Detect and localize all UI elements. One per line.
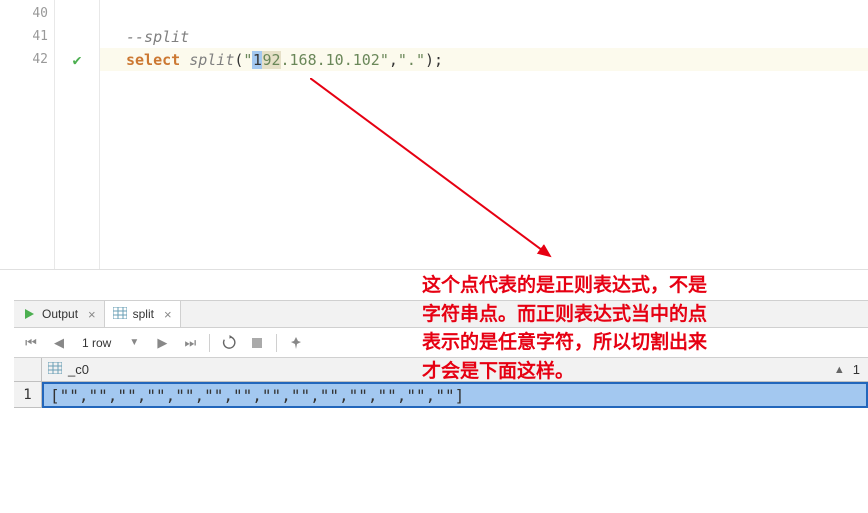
close-icon[interactable]: ×	[164, 307, 172, 322]
code-editor: 40 41 42 ✔ --split select split ( "192.1…	[0, 0, 868, 270]
rows-count-label: 1 row	[78, 336, 115, 350]
close-icon[interactable]: ×	[88, 307, 96, 322]
annotation-note: 这个点代表的是正则表达式，不是 字符串点。而正则表达式当中的点 表示的是任意字符…	[422, 272, 852, 386]
pin-button[interactable]	[287, 336, 305, 350]
tab-output[interactable]: Output ×	[14, 301, 105, 327]
tab-split[interactable]: split ×	[105, 301, 181, 327]
next-page-button[interactable]: ▶	[153, 335, 171, 351]
sort-index: 1	[853, 362, 860, 377]
stop-button[interactable]	[248, 337, 266, 349]
sql-keyword: select	[126, 51, 180, 69]
last-page-button[interactable]: ⏭	[181, 335, 199, 351]
column-name: _c0	[68, 362, 89, 377]
code-text-area[interactable]: --split select split ( "192.168.10.102" …	[100, 0, 868, 269]
row-number-header	[14, 358, 42, 381]
line-number: 40	[0, 2, 54, 25]
sql-comment: --split	[126, 28, 189, 46]
prev-page-button[interactable]: ◀	[50, 335, 68, 351]
dropdown-icon[interactable]: ▼	[125, 337, 143, 348]
line-number-gutter: 40 41 42	[0, 0, 55, 269]
text-selection: 1	[252, 51, 262, 69]
run-icon	[22, 307, 36, 321]
table-icon	[113, 307, 127, 321]
active-line[interactable]: select split ( "192.168.10.102" , "." ) …	[100, 48, 868, 71]
tab-label: Output	[42, 307, 78, 321]
table-icon	[48, 362, 62, 377]
row-number: 1	[14, 382, 42, 408]
first-page-button[interactable]: ⏮	[22, 335, 40, 351]
line-number: 42	[0, 48, 54, 71]
line-number: 41	[0, 25, 54, 48]
check-icon: ✔	[72, 51, 81, 69]
refresh-button[interactable]	[220, 335, 238, 350]
tab-label: split	[133, 307, 154, 321]
sql-function: split	[189, 51, 234, 69]
marker-gutter: ✔	[55, 0, 100, 269]
